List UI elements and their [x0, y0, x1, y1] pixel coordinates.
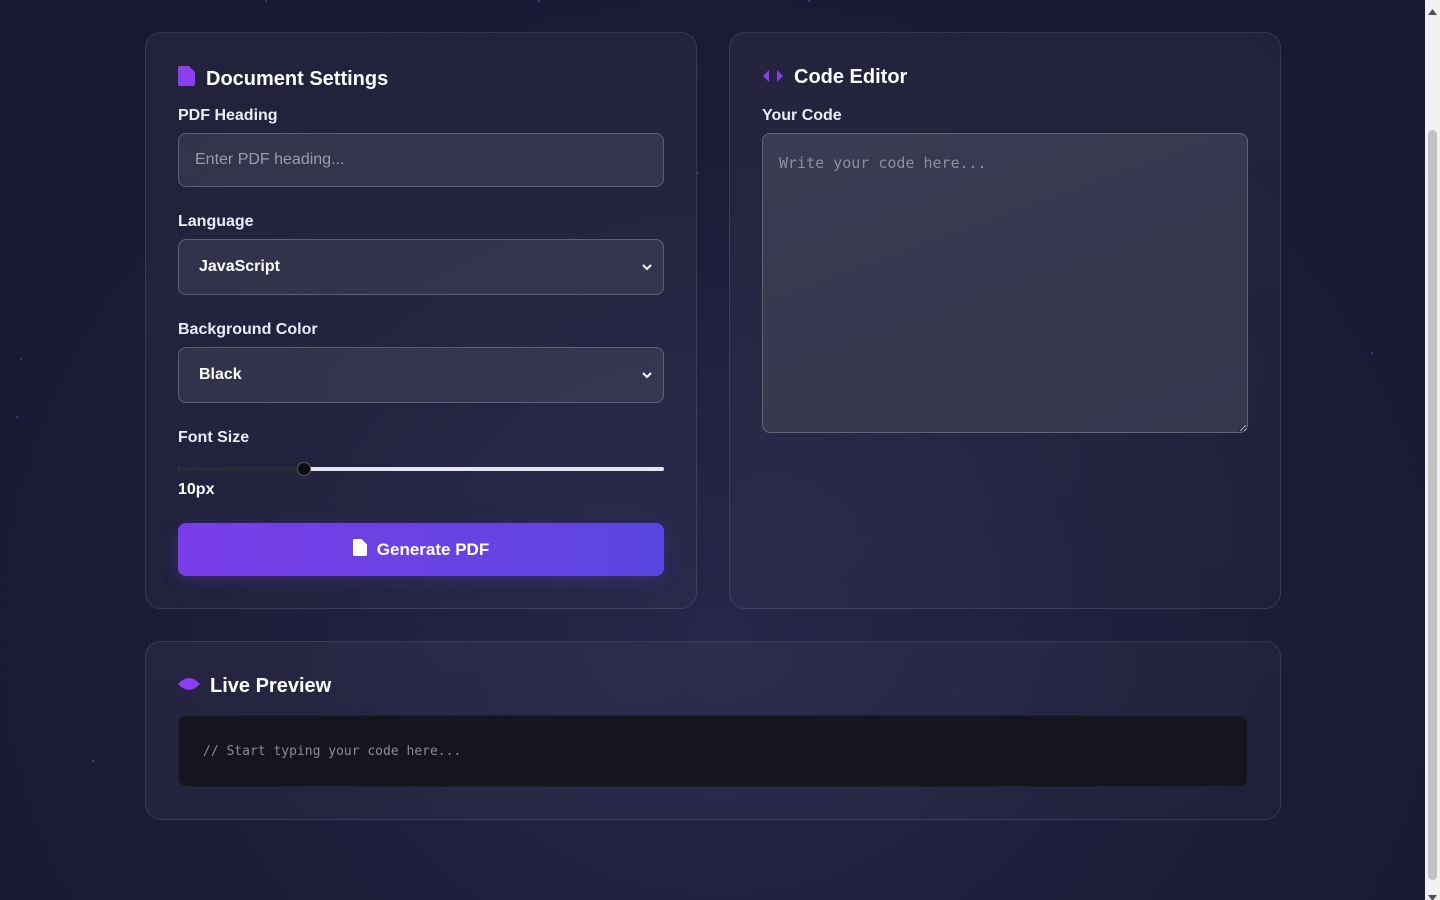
font-size-slider[interactable]	[178, 461, 664, 477]
code-editor-title: Code Editor	[762, 66, 907, 89]
generate-pdf-button[interactable]: Generate PDF	[178, 523, 664, 576]
document-settings-card: Document Settings PDF Heading Language J…	[145, 32, 697, 609]
star-dot	[808, 0, 810, 2]
language-select-value: JavaScript	[199, 258, 280, 275]
code-editor-card: Code Editor Your Code	[729, 32, 1281, 609]
language-label: Language	[178, 213, 254, 230]
live-preview-card: Live Preview // Start typing your code h…	[145, 641, 1281, 820]
preview-content: // Start typing your code here...	[203, 743, 462, 759]
code-brackets-icon	[762, 66, 784, 89]
scroll-up-arrow-icon[interactable]	[1427, 3, 1438, 15]
language-select[interactable]: JavaScript	[178, 239, 664, 295]
background-color-label: Background Color	[178, 321, 318, 338]
page-scrollbar[interactable]	[1425, 0, 1440, 900]
live-preview-title: Live Preview	[178, 675, 331, 698]
preview-output: // Start typing your code here...	[178, 715, 1248, 787]
star-dot	[1371, 352, 1373, 354]
generate-pdf-label: Generate PDF	[376, 539, 490, 559]
background-color-select-value: Black	[199, 366, 242, 383]
live-preview-title-text: Live Preview	[210, 675, 332, 697]
star-dot	[92, 760, 94, 762]
star-dot	[265, 0, 267, 2]
document-settings-title-text: Document Settings	[206, 67, 389, 90]
document-settings-title: Document Settings	[178, 66, 388, 92]
document-icon	[352, 538, 367, 561]
pdf-heading-input[interactable]	[178, 133, 664, 187]
star-dot	[16, 416, 18, 418]
code-editor-title-text: Code Editor	[794, 66, 908, 88]
document-icon	[178, 66, 196, 92]
chevron-down-icon	[641, 369, 653, 381]
slider-fill	[178, 467, 304, 471]
star-dot	[538, 0, 540, 2]
eye-icon	[178, 675, 200, 698]
scroll-down-arrow-icon[interactable]	[1427, 889, 1438, 900]
star-dot	[20, 358, 22, 360]
code-input[interactable]	[762, 133, 1248, 433]
chevron-down-icon	[641, 261, 653, 273]
star-dot	[697, 172, 699, 174]
pdf-heading-label: PDF Heading	[178, 107, 278, 124]
font-size-value: 10px	[178, 481, 215, 498]
slider-thumb[interactable]	[297, 462, 311, 476]
your-code-label: Your Code	[762, 107, 842, 124]
font-size-label: Font Size	[178, 429, 250, 446]
scrollbar-thumb[interactable]	[1428, 130, 1437, 880]
background-color-select[interactable]: Black	[178, 347, 664, 403]
